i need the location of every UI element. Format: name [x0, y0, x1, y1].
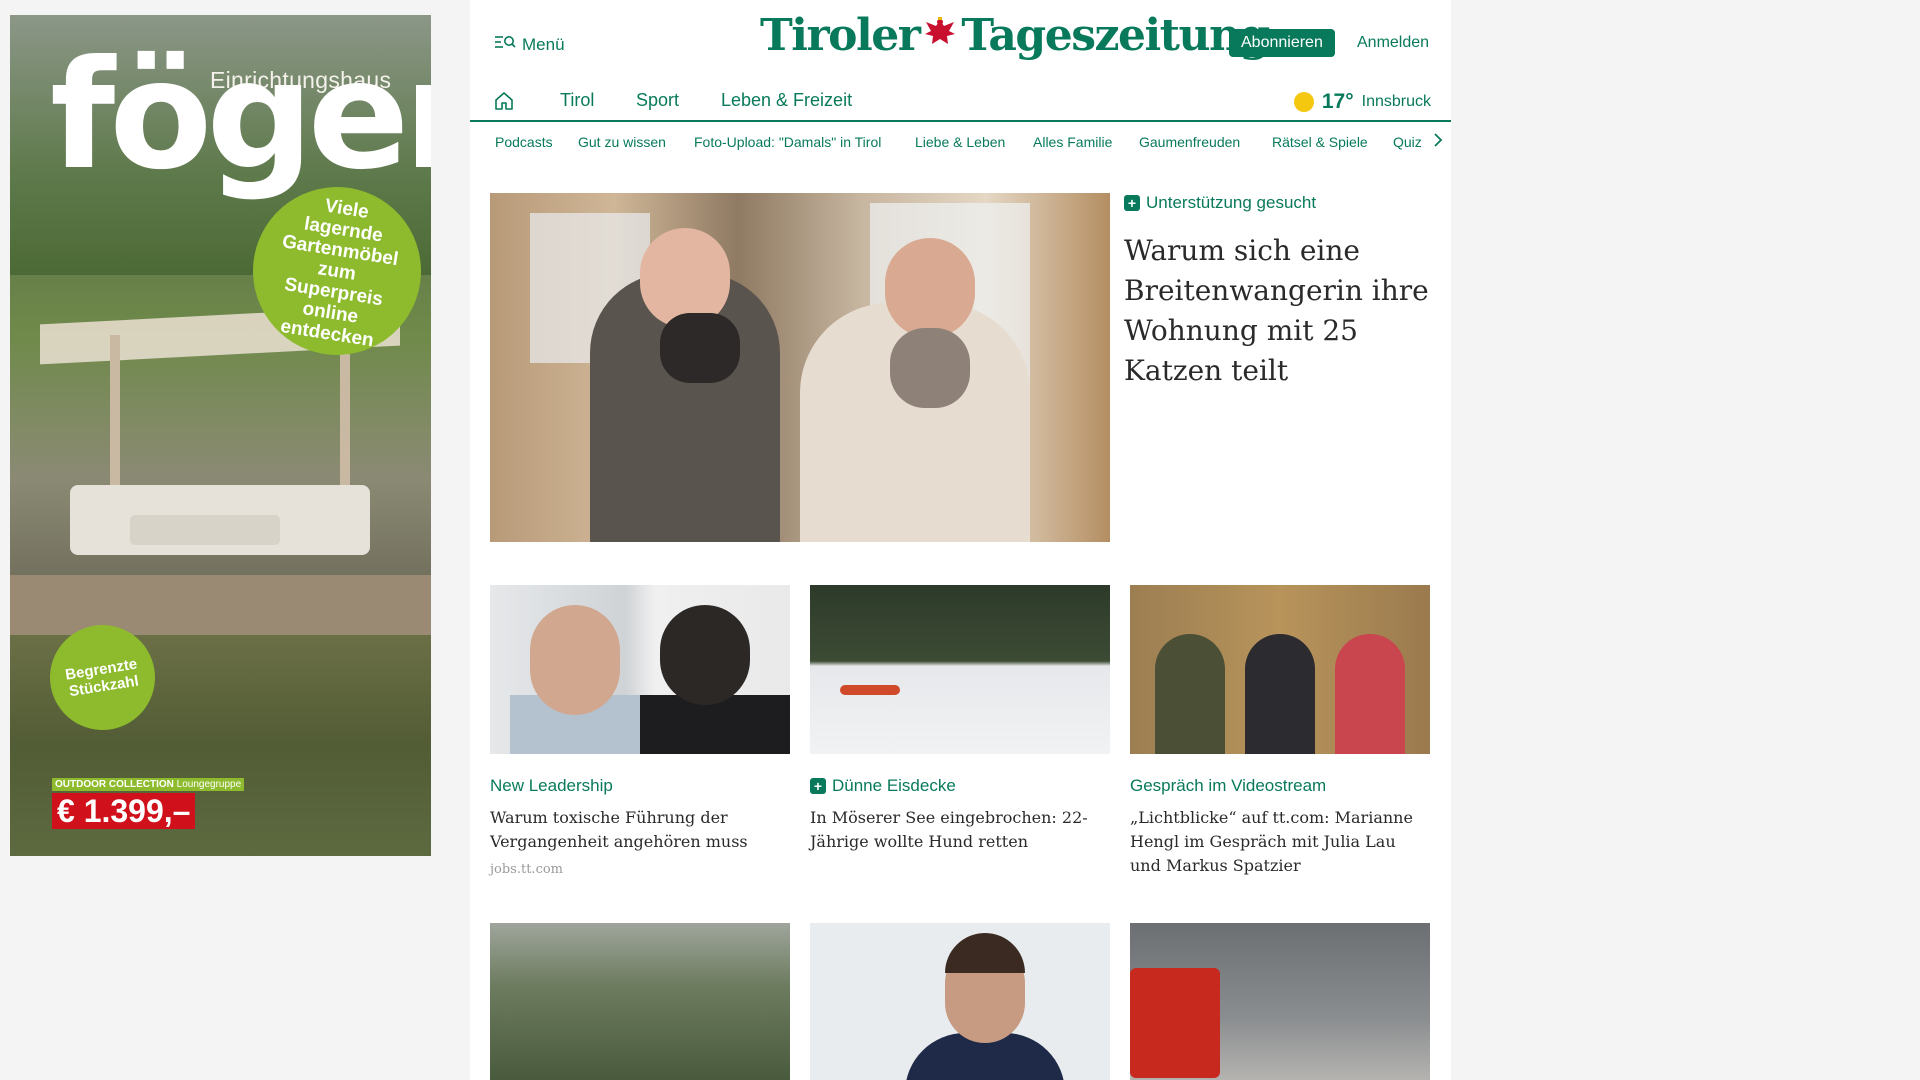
hero-kicker: + Unterstützung gesucht	[1124, 193, 1436, 213]
thumb-head	[660, 605, 750, 705]
article-thumbnail[interactable]	[1130, 585, 1430, 754]
article-headline[interactable]: „Lichtblicke“ auf tt.com: Marianne Hengl…	[1130, 806, 1430, 878]
article-card[interactable]: + Dünne Eisdecke In Möserer See eingebro…	[810, 585, 1110, 854]
subnav-item-quiz[interactable]: Quiz	[1393, 134, 1422, 150]
article-kicker: New Leadership	[490, 776, 613, 795]
subnav-item-foto-upload[interactable]: Foto-Upload: "Damals" in Tirol	[694, 134, 881, 150]
subnav-item-alles-familie[interactable]: Alles Familie	[1033, 134, 1112, 150]
login-link[interactable]: Anmelden	[1357, 34, 1429, 52]
article-thumbnail[interactable]	[490, 585, 790, 754]
subnav-item-liebe-leben[interactable]: Liebe & Leben	[915, 134, 1005, 150]
hero-headline[interactable]: Warum sich eine Breitenwangerin ihre Woh…	[1124, 231, 1436, 391]
sidebar-advertisement[interactable]: Einrichtungshaus föger Viele lagernde Ga…	[10, 15, 431, 856]
article-card[interactable]	[810, 923, 1110, 1080]
ad-collection-label: OUTDOOR COLLECTION Loungegruppe	[52, 778, 245, 791]
tyrolean-eagle-icon	[922, 14, 958, 58]
hero-image-cat	[890, 328, 970, 408]
hero-article[interactable]: + Unterstützung gesucht Warum sich eine …	[1124, 193, 1436, 391]
weather-widget[interactable]: 17° Innsbruck	[1293, 90, 1431, 114]
hero-image-cat	[660, 313, 740, 383]
subnav-item-gut-zu-wissen[interactable]: Gut zu wissen	[578, 134, 666, 150]
site-logo[interactable]: Tiroler Tageszeitung	[760, 10, 1270, 61]
main-navigation: Tirol Sport Leben & Freizeit 17° Innsbru…	[470, 82, 1451, 122]
ad-lounge-table	[130, 515, 280, 545]
logo-text-left: Tiroler	[760, 10, 921, 61]
weather-temperature: 17°	[1321, 90, 1354, 113]
article-headline[interactable]: Warum toxische Führung der Vergangenheit…	[490, 806, 790, 854]
subscribe-button[interactable]: Abonnieren	[1229, 29, 1335, 57]
ad-brand-logo: föger	[50, 29, 431, 203]
thumb-rescue-boat	[840, 685, 900, 695]
ad-terrace	[10, 575, 431, 635]
weather-city: Innsbruck	[1361, 93, 1431, 110]
logo-text-right: Tageszeitung	[961, 10, 1270, 61]
subnav-item-podcasts[interactable]: Podcasts	[495, 134, 553, 150]
article-thumbnail[interactable]	[810, 923, 1110, 1080]
article-kicker: Gespräch im Videostream	[1130, 776, 1327, 795]
ad-price: € 1.399,–	[52, 793, 196, 829]
menu-button[interactable]: Menü	[494, 34, 565, 55]
thumb-person	[1155, 634, 1225, 754]
home-icon[interactable]	[494, 91, 514, 116]
article-card[interactable]: New Leadership Warum toxische Führung de…	[490, 585, 790, 877]
article-card[interactable]	[1130, 923, 1430, 1080]
site-header: Menü Tiroler Tageszeitung Abonnieren Anm…	[470, 0, 1451, 82]
hero-image[interactable]	[490, 193, 1110, 542]
sun-icon	[1293, 92, 1314, 112]
article-thumbnail[interactable]	[810, 585, 1110, 754]
menu-search-icon	[494, 34, 516, 55]
nav-item-sport[interactable]: Sport	[636, 90, 679, 111]
nav-item-leben-freizeit[interactable]: Leben & Freizeit	[721, 90, 852, 111]
hero-image-face	[885, 238, 975, 338]
chevron-right-icon[interactable]	[1432, 132, 1444, 153]
subnav-item-raetsel-spiele[interactable]: Rätsel & Spiele	[1272, 134, 1368, 150]
article-source: jobs.tt.com	[490, 862, 563, 877]
subnav-item-gaumenfreuden[interactable]: Gaumenfreuden	[1139, 134, 1240, 150]
article-kicker-text: Dünne Eisdecke	[832, 776, 956, 795]
article-headline[interactable]: In Möserer See eingebrochen: 22-Jährige …	[810, 806, 1110, 854]
thumb-person	[1335, 634, 1405, 754]
thumb-person	[1245, 634, 1315, 754]
article-kicker: + Dünne Eisdecke	[810, 776, 1110, 796]
ad-collection-name: OUTDOOR COLLECTION	[55, 779, 174, 790]
article-thumbnail[interactable]	[1130, 923, 1430, 1080]
sub-navigation: Podcasts Gut zu wissen Foto-Upload: "Dam…	[470, 122, 1451, 162]
thumb-hair	[945, 933, 1025, 973]
thumb-face	[530, 605, 620, 715]
hero-kicker-text: Unterstützung gesucht	[1146, 193, 1317, 212]
article-card[interactable]	[490, 923, 790, 1080]
premium-plus-icon: +	[1124, 195, 1140, 211]
ad-collection-item: Loungegruppe	[176, 779, 242, 790]
main-content: Menü Tiroler Tageszeitung Abonnieren Anm…	[470, 0, 1451, 1080]
premium-plus-icon: +	[810, 778, 826, 794]
nav-item-tirol[interactable]: Tirol	[560, 90, 594, 111]
menu-label: Menü	[522, 34, 565, 54]
article-card[interactable]: Gespräch im Videostream „Lichtblicke“ au…	[1130, 585, 1430, 878]
thumb-fire-truck	[1130, 968, 1220, 1078]
article-thumbnail[interactable]	[490, 923, 790, 1080]
